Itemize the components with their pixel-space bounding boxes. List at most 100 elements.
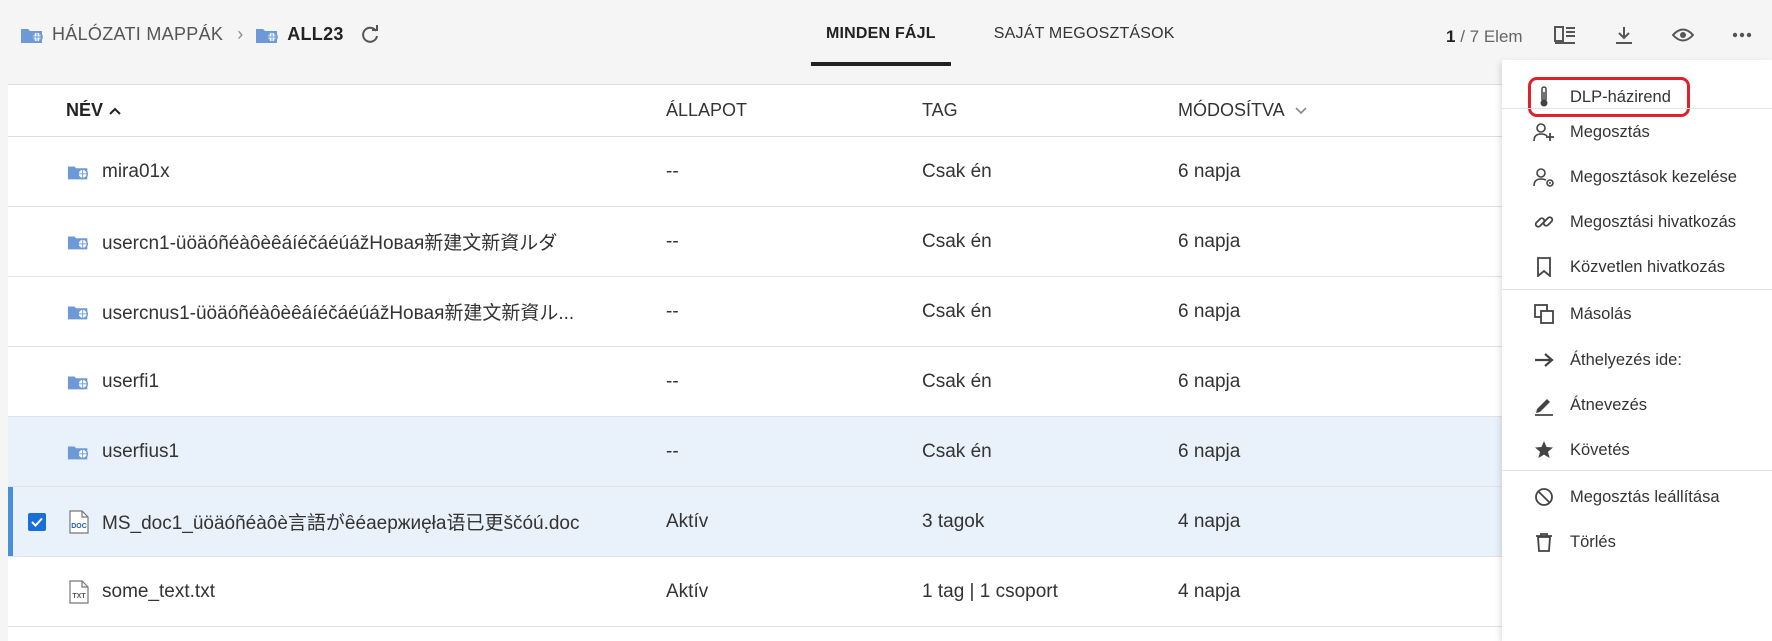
menu-item-label: Törlés xyxy=(1570,532,1616,551)
file-name[interactable]: MS_doc1_üöäóñéàôè言語がȇéaержиęła语已更ščóú.do… xyxy=(102,508,580,535)
context-menu: DLP-házirend Megosztás Megosztások kezel… xyxy=(1502,60,1772,641)
file-tag: Csak én xyxy=(922,160,992,182)
item-count-current: 1 xyxy=(1446,27,1456,46)
network-folder-icon xyxy=(66,163,92,181)
column-state-header[interactable]: ÁLLAPOT xyxy=(666,100,747,121)
tab-my-shares[interactable]: SAJÁT MEGOSZTÁSOK xyxy=(979,0,1190,68)
network-folder-icon xyxy=(21,28,43,43)
details-panel-icon xyxy=(1554,26,1575,44)
sort-ascending-icon xyxy=(109,107,121,115)
svg-text:DOC: DOC xyxy=(71,523,87,530)
svg-text:TXT: TXT xyxy=(72,593,86,600)
column-modified-header[interactable]: MÓDOSÍTVA xyxy=(1178,100,1307,121)
copy-icon xyxy=(1532,302,1556,326)
file-name[interactable]: usercn1-üöäóñéàôèêáíéčáéúážНовая新建文新資ルダ xyxy=(102,228,557,255)
menu-item-label: Közvetlen hivatkozás xyxy=(1570,257,1726,276)
menu-item-manage-shares[interactable]: Megosztások kezelése xyxy=(1502,152,1772,202)
breadcrumb-current-label: ALL23 xyxy=(287,24,344,44)
file-modified: 6 napja xyxy=(1178,160,1241,182)
column-tag-header[interactable]: TAG xyxy=(922,100,958,121)
file-state: -- xyxy=(666,370,679,392)
menu-item-label: Áthelyezés ide: xyxy=(1570,350,1682,369)
menu-item-stop-sharing[interactable]: Megosztás leállítása xyxy=(1502,472,1772,522)
table-row[interactable]: usercn1-üöäóñéàôèêáíéčáéúážНовая新建文新資ルダ … xyxy=(8,207,1502,277)
file-modified: 4 napja xyxy=(1178,510,1241,532)
file-state: Aktív xyxy=(666,580,709,602)
download-icon xyxy=(1616,27,1632,44)
file-tag: Csak én xyxy=(922,440,992,462)
row-checkbox[interactable] xyxy=(28,512,46,531)
breadcrumb-current: ALL23 xyxy=(255,24,344,45)
file-tag: 1 tag | 1 csoport xyxy=(922,580,1058,602)
file-modified: 6 napja xyxy=(1178,440,1241,462)
table-row[interactable]: usercnus1-üöäóñéàôèêáíéčáéúážНовая新建文新資ル… xyxy=(8,277,1502,347)
more-options-button[interactable] xyxy=(1729,22,1755,48)
stop-share-icon xyxy=(1532,485,1556,509)
refresh-button[interactable] xyxy=(360,24,380,45)
menu-item-label: Megosztások kezelése xyxy=(1570,167,1737,186)
file-state: -- xyxy=(666,440,679,462)
file-tag: 3 tagok xyxy=(922,510,985,532)
file-name[interactable]: some_text.txt xyxy=(102,581,215,603)
table-row[interactable]: DOC MS_doc1_üöäóñéàôè言語がȇéaержиęła语已更ščó… xyxy=(8,487,1502,557)
breadcrumb-root[interactable]: HÁLÓZATI MAPPÁK xyxy=(20,24,223,45)
view-button[interactable] xyxy=(1670,22,1696,48)
network-folder-icon xyxy=(66,443,92,461)
file-modified: 6 napja xyxy=(1178,300,1241,322)
menu-item-label: Megosztási hivatkozás xyxy=(1570,212,1736,231)
share-user-add-icon xyxy=(1532,120,1556,144)
network-folder-icon xyxy=(66,303,92,321)
file-name[interactable]: usercnus1-üöäóñéàôèêáíéčáéúážНовая新建文新資ル… xyxy=(102,298,574,325)
bookmark-icon xyxy=(1532,255,1556,279)
file-state: Aktív xyxy=(666,510,709,532)
table-row[interactable]: mira01x -- Csak én 6 napja xyxy=(8,137,1502,207)
manage-shares-icon xyxy=(1532,165,1556,189)
view-tabs: MINDEN FÁJL SAJÁT MEGOSZTÁSOK xyxy=(811,0,1190,68)
checkbox-checked-icon xyxy=(28,512,46,531)
menu-item-label: Átnevezés xyxy=(1570,395,1648,414)
top-bar: HÁLÓZATI MAPPÁK › ALL23 MINDEN FÁJL SAJÁ… xyxy=(0,0,1772,68)
file-name[interactable]: userfius1 xyxy=(102,441,179,463)
trash-icon xyxy=(1532,530,1556,554)
menu-item-label: Másolás xyxy=(1570,304,1632,323)
details-panel-button[interactable] xyxy=(1552,22,1578,48)
network-folder-icon xyxy=(256,28,278,43)
menu-item-rename[interactable]: Átnevezés xyxy=(1502,380,1772,430)
menu-item-share[interactable]: Megosztás xyxy=(1502,107,1772,157)
chevron-down-icon xyxy=(1295,106,1307,114)
arrow-right-icon xyxy=(1532,348,1556,372)
more-options-icon xyxy=(1732,32,1752,38)
file-modified: 6 napja xyxy=(1178,370,1241,392)
chevron-right-icon: › xyxy=(237,24,244,44)
network-folder-icon xyxy=(66,373,92,391)
table-row[interactable]: userfi1 -- Csak én 6 napja xyxy=(8,347,1502,417)
file-name[interactable]: userfi1 xyxy=(102,371,159,393)
menu-item-follow[interactable]: Követés xyxy=(1502,425,1772,475)
file-state: -- xyxy=(666,230,679,252)
view-icon xyxy=(1672,28,1694,42)
table-row[interactable]: TXT some_text.txt Aktív 1 tag | 1 csopor… xyxy=(8,557,1502,627)
file-modified: 6 napja xyxy=(1178,230,1241,252)
menu-item-label: Megosztás leállítása xyxy=(1570,487,1720,506)
menu-item-direct-link[interactable]: Közvetlen hivatkozás xyxy=(1502,242,1772,292)
download-button[interactable] xyxy=(1611,22,1637,48)
menu-item-delete[interactable]: Törlés xyxy=(1502,517,1772,567)
table-row[interactable]: userfius1 -- Csak én 6 napja xyxy=(8,417,1502,487)
menu-item-move-to[interactable]: Áthelyezés ide: xyxy=(1502,335,1772,385)
breadcrumb-root-label: HÁLÓZATI MAPPÁK xyxy=(52,24,224,44)
file-name[interactable]: mira01x xyxy=(102,161,170,183)
column-name-header[interactable]: NÉV xyxy=(66,100,626,121)
tab-all-files[interactable]: MINDEN FÁJL xyxy=(811,0,951,68)
network-folder-icon xyxy=(66,233,92,251)
file-state: -- xyxy=(666,160,679,182)
menu-item-copy[interactable]: Másolás xyxy=(1502,289,1772,339)
breadcrumb: HÁLÓZATI MAPPÁK › ALL23 xyxy=(20,24,380,45)
menu-item-share-link[interactable]: Megosztási hivatkozás xyxy=(1502,197,1772,247)
item-count: 1 / 7 Elem xyxy=(1446,27,1523,47)
star-icon xyxy=(1532,438,1556,462)
file-tag: Csak én xyxy=(922,300,992,322)
refresh-icon xyxy=(361,24,378,43)
link-icon xyxy=(1532,210,1556,234)
menu-item-label: Megosztás xyxy=(1570,122,1650,141)
pencil-icon xyxy=(1532,393,1556,417)
